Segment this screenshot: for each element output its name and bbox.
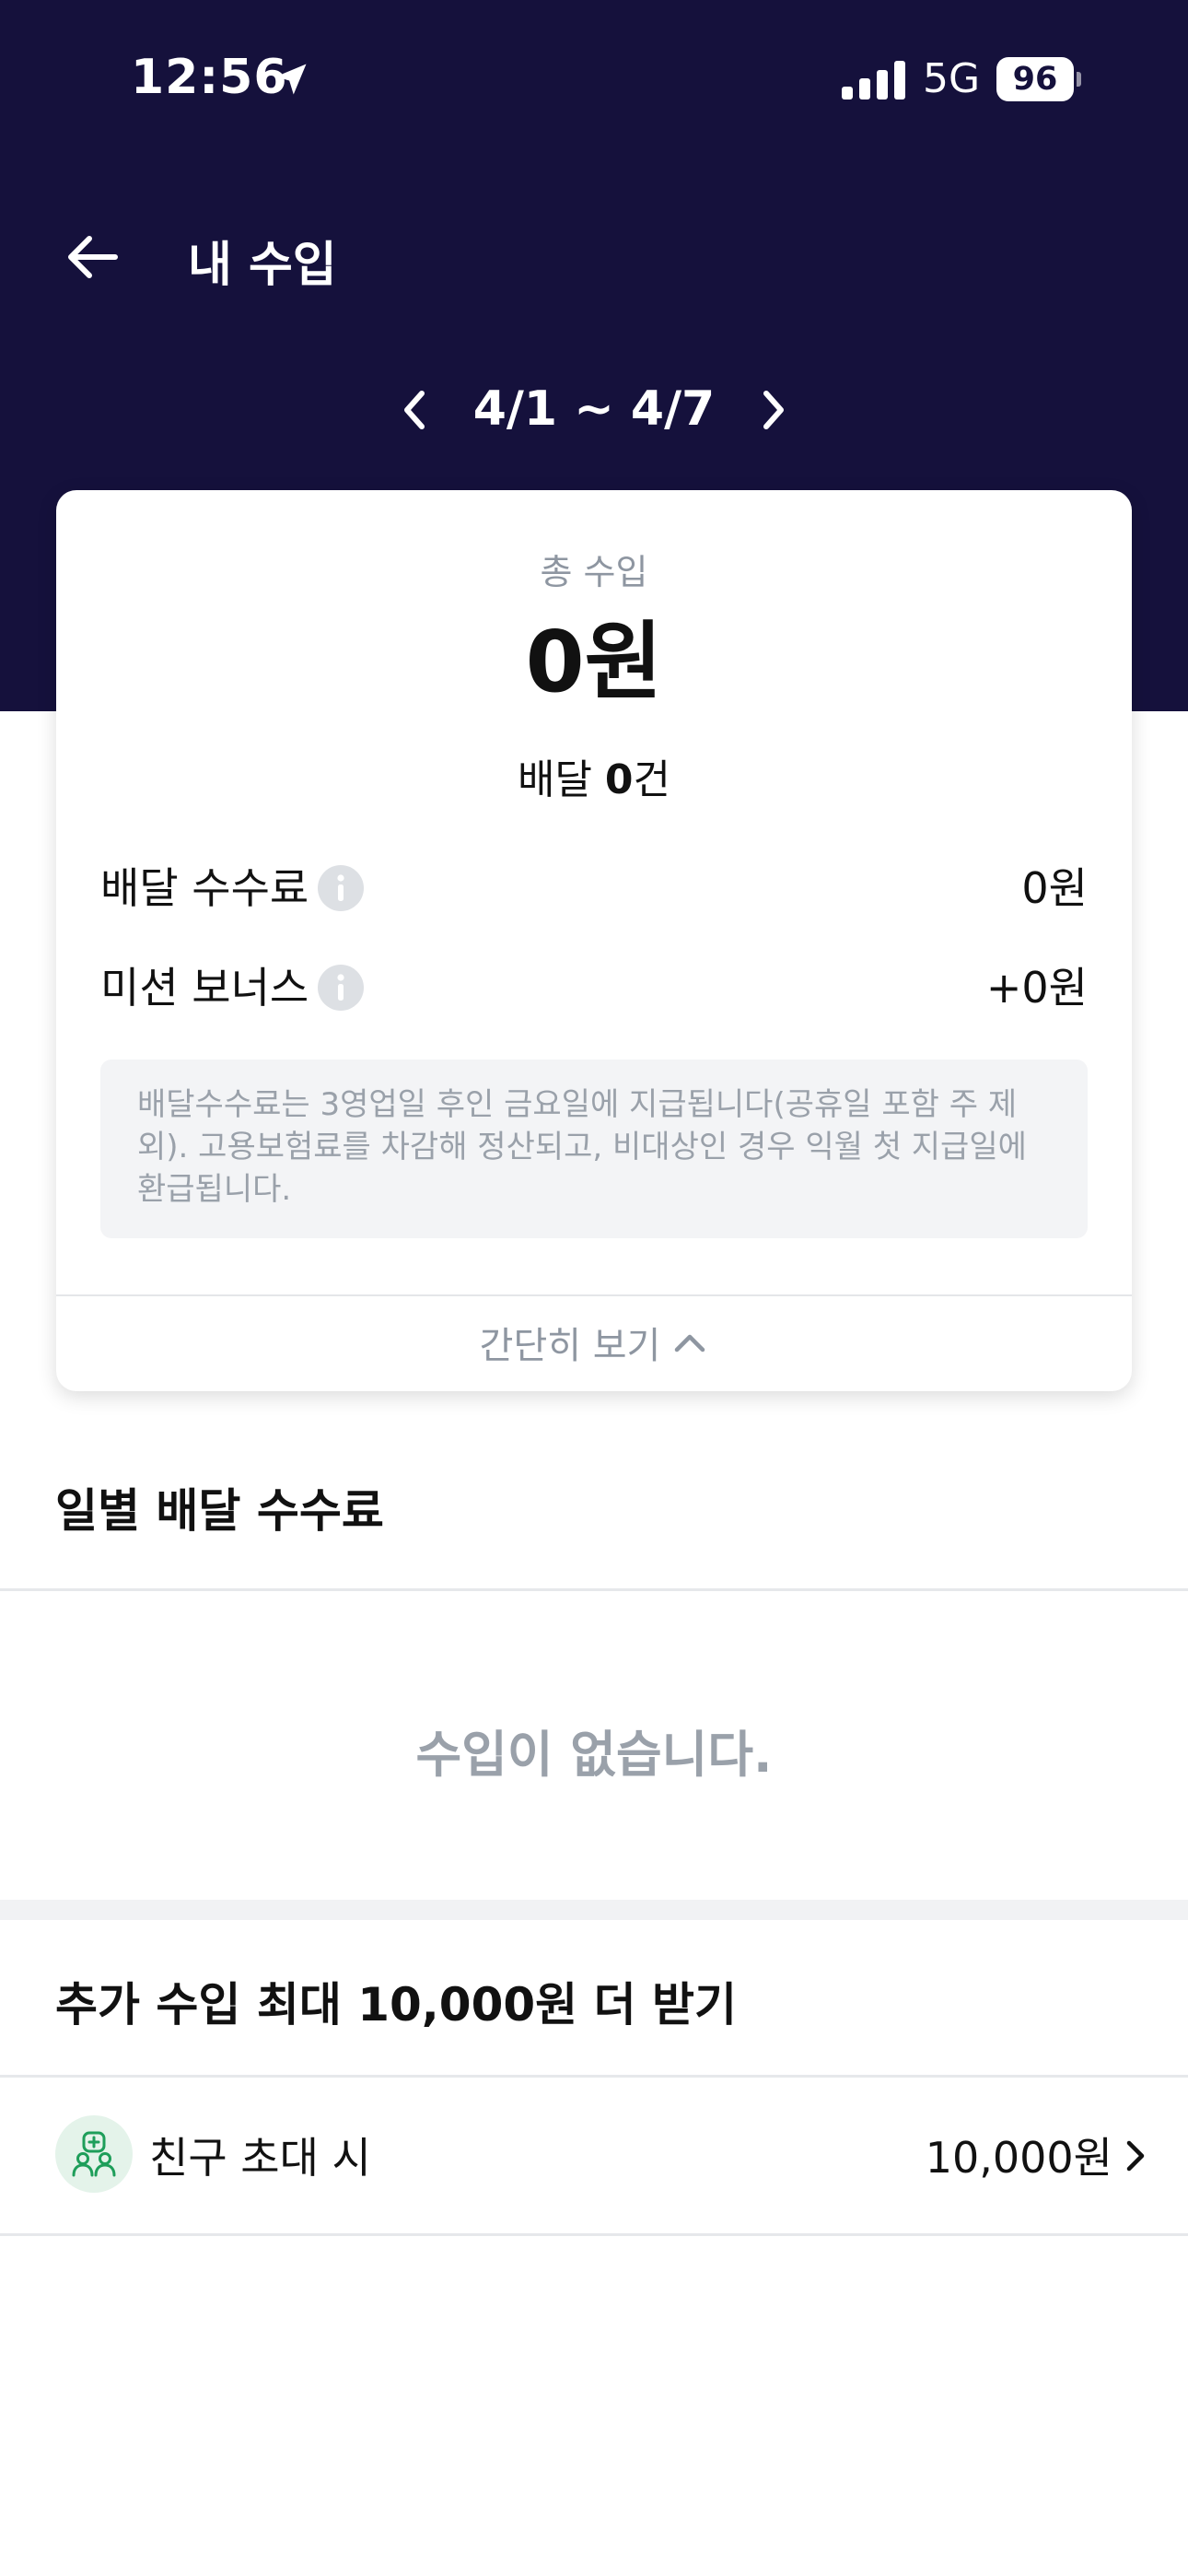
payment-notice: 배달수수료는 3영업일 후인 금요일에 지급됩니다(공휴일 포함 주 제외). … — [100, 1060, 1088, 1238]
friends-invite-icon — [55, 2115, 133, 2193]
total-income-label: 총 수입 — [540, 552, 648, 592]
extra-income-title: 추가 수입 최대 10,000원 더 받기 — [55, 1978, 737, 2032]
chevron-right-icon — [1126, 2140, 1145, 2172]
delivery-count-value: 0 — [604, 756, 634, 803]
delivery-count-suffix: 건 — [633, 756, 671, 803]
info-icon[interactable] — [318, 964, 365, 1011]
chevron-up-icon — [675, 1334, 705, 1352]
signal-icon — [842, 61, 905, 100]
delivery-fee-label: 배달 수수료 — [100, 863, 309, 913]
battery-level: 96 — [996, 57, 1074, 101]
back-button[interactable] — [59, 225, 123, 289]
divider — [0, 1588, 1188, 1591]
delivery-count-prefix: 배달 — [517, 756, 605, 803]
empty-income-message: 수입이 없습니다. — [415, 1726, 773, 1784]
divider — [0, 2233, 1188, 2236]
friend-invite-label: 친구 초대 시 — [149, 2133, 371, 2183]
network-type: 5G — [923, 55, 981, 102]
collapse-label: 간단히 보기 — [479, 1325, 661, 1367]
total-income-amount: 0원 — [525, 613, 663, 711]
income-summary-card: 총 수입 0원 배달 0건 배달 수수료 0원 미션 보너스 +0원 배달수수료… — [56, 490, 1132, 1391]
status-time: 12:56 — [131, 50, 288, 105]
page-title: 내 수입 — [188, 238, 337, 293]
previous-week-button[interactable] — [387, 382, 442, 438]
mission-bonus-label: 미션 보너스 — [100, 963, 309, 1013]
location-arrow-icon — [275, 64, 307, 95]
collapse-button[interactable]: 간단히 보기 — [56, 1296, 1132, 1388]
info-icon[interactable] — [318, 864, 365, 911]
mission-bonus-row: 미션 보너스 +0원 — [100, 954, 1088, 1013]
week-range: 4/1 ~ 4/7 — [472, 381, 716, 437]
battery-tip — [1077, 72, 1081, 87]
delivery-fee-row: 배달 수수료 0원 — [100, 855, 1088, 913]
delivery-count: 배달 0건 — [56, 746, 1132, 805]
daily-fee-title: 일별 배달 수수료 — [55, 1484, 384, 1538]
friend-invite-amount: 10,000원 — [925, 2133, 1112, 2183]
battery-icon: 96 — [996, 57, 1081, 101]
mission-bonus-value: +0원 — [985, 963, 1088, 1013]
section-separator — [0, 1900, 1188, 1920]
next-week-button[interactable] — [746, 382, 801, 438]
arrow-left-icon — [68, 236, 118, 278]
friend-invite-row[interactable]: 친구 초대 시 10,000원 — [0, 2077, 1188, 2233]
delivery-fee-value: 0원 — [1021, 863, 1088, 913]
